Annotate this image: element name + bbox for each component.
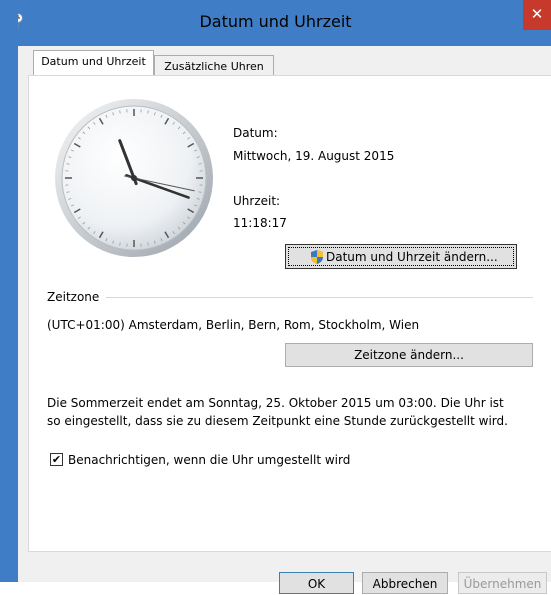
date-label: Datum: (233, 126, 278, 140)
tab-datum-und-uhrzeit[interactable]: Datum und Uhrzeit (33, 50, 154, 77)
close-icon: ✕ (531, 5, 544, 23)
tab-zusaetzliche-uhren[interactable]: Zusätzliche Uhren (154, 55, 274, 77)
timezone-section-label: Zeitzone (47, 290, 99, 304)
analog-clock (53, 97, 215, 259)
checkmark-icon: ✔ (52, 453, 61, 466)
date-value: Mittwoch, 19. August 2015 (233, 149, 394, 163)
dst-info-line1: Die Sommerzeit endet am Sonntag, 25. Okt… (47, 396, 504, 410)
change-timezone-button[interactable]: Zeitzone ändern... (285, 343, 533, 367)
timezone-value: (UTC+01:00) Amsterdam, Berlin, Bern, Rom… (47, 318, 419, 332)
timezone-separator (106, 297, 533, 298)
window-frame-left (0, 0, 18, 582)
notify-checkbox[interactable]: ✔ (50, 453, 63, 466)
tab-strip: Datum und Uhrzeit Zusätzliche Uhren (18, 46, 551, 76)
ok-button[interactable]: OK (279, 572, 354, 594)
window-title: Datum und Uhrzeit (0, 12, 551, 31)
change-datetime-label: Datum und Uhrzeit ändern... (326, 246, 498, 268)
title-bar[interactable]: Datum und Uhrzeit ✕ (0, 0, 551, 46)
notify-label[interactable]: Benachrichtigen, wenn die Uhr umgestellt… (68, 453, 350, 467)
dst-info-line2: so eingestellt, dass sie zu diesem Zeitp… (47, 414, 508, 428)
close-button[interactable]: ✕ (523, 0, 551, 30)
change-datetime-button[interactable]: Datum und Uhrzeit ändern... (285, 244, 517, 269)
time-value: 11:18:17 (233, 216, 287, 230)
clock-center (131, 175, 137, 181)
dialog-window: Datum und Uhrzeit ✕ Datum und Uhrzeit Zu… (0, 0, 551, 582)
apply-button[interactable]: Übernehmen (458, 572, 547, 594)
shield-icon (310, 249, 324, 265)
time-label: Uhrzeit: (233, 194, 280, 208)
cancel-button[interactable]: Abbrechen (362, 572, 448, 594)
